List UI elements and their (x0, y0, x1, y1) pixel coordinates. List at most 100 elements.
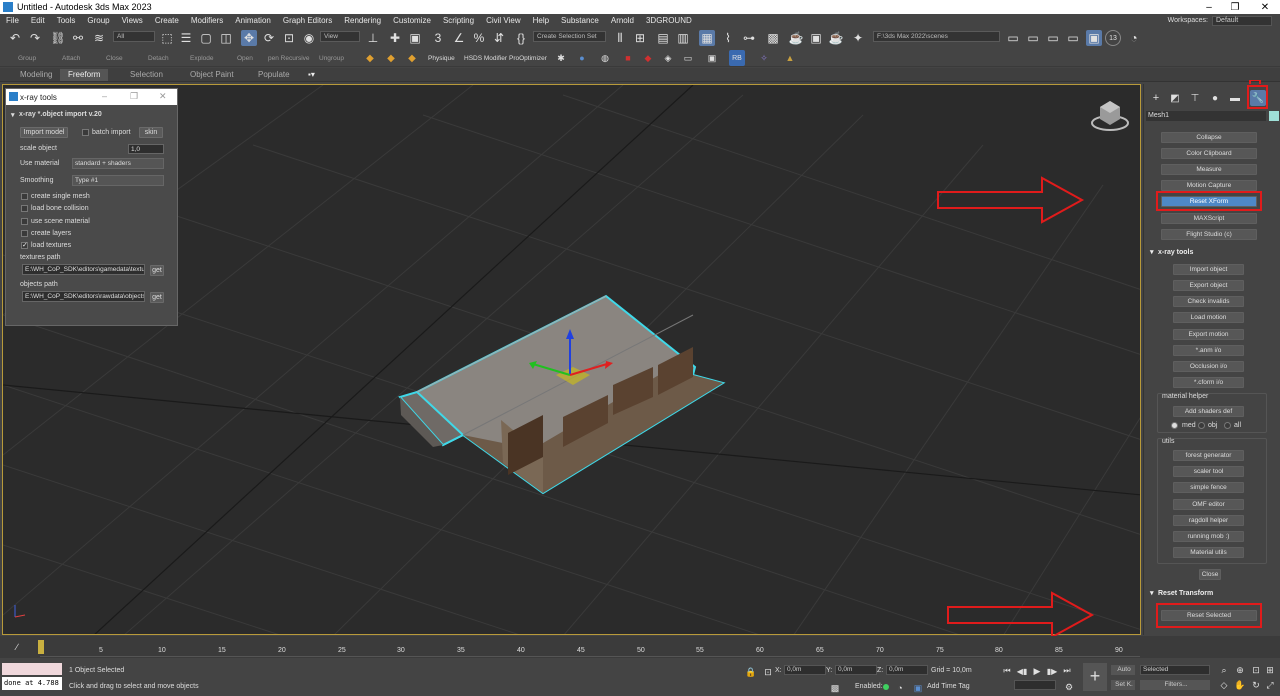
save-icon[interactable]: ▣ (1086, 30, 1102, 46)
menu-scripting[interactable]: Scripting (437, 14, 480, 27)
restore-icon[interactable]: ❐ (130, 91, 138, 102)
tab-modeling[interactable]: Modeling (12, 69, 60, 81)
selection-filter-dropdown[interactable]: All (113, 31, 155, 42)
ragdoll-helper-button[interactable]: ragdoll helper (1173, 515, 1244, 526)
motion-tab-icon[interactable]: ● (1207, 90, 1223, 106)
rollout-collapse-icon[interactable]: ▾ (11, 111, 15, 119)
menu-arnold[interactable]: Arnold (605, 14, 640, 27)
select-manipulate-icon[interactable]: ✚ (387, 30, 403, 46)
current-frame-field[interactable] (1014, 680, 1056, 690)
import-object-button[interactable]: Import object (1173, 264, 1244, 275)
display-tab-icon[interactable]: ▬ (1227, 90, 1243, 106)
cube-icon[interactable]: ◆ (404, 50, 420, 66)
xray-tools-window[interactable]: x-ray tools – ❐ ✕ ▾ x-ray *.object impor… (5, 88, 178, 326)
time-config-icon[interactable]: ◔ (892, 680, 908, 696)
absolute-mode-icon[interactable]: ⊡ (760, 664, 776, 680)
tool-icon[interactable]: ▭ (680, 50, 696, 66)
objects-path-get-button[interactable]: get (150, 292, 164, 303)
close-icon[interactable]: ✕ (1252, 0, 1278, 14)
set-key-button[interactable]: Set K. (1111, 680, 1135, 690)
tab-selection[interactable]: Selection (122, 69, 171, 81)
radio-obj[interactable] (1198, 422, 1205, 429)
rect-selection-icon[interactable]: ▢ (198, 30, 214, 46)
menu-graph-editors[interactable]: Graph Editors (277, 14, 338, 27)
menu-modifiers[interactable]: Modifiers (185, 14, 229, 27)
play-icon[interactable]: ▶ (1029, 663, 1045, 679)
anm-io-button[interactable]: *.anm i/o (1173, 345, 1244, 356)
omf-editor-button[interactable]: OMF editor (1173, 499, 1244, 510)
key-filter-selection-dropdown[interactable]: Selected (1140, 665, 1210, 675)
cube-icon[interactable]: ◆ (383, 50, 399, 66)
group-label[interactable]: Group (18, 55, 36, 62)
menu-civil-view[interactable]: Civil View (480, 14, 527, 27)
objects-path-field[interactable]: E:\WH_CoP_SDK\editors\rawdata\objects (22, 291, 145, 302)
xray-title-bar[interactable]: x-ray tools – ❐ ✕ (6, 89, 177, 105)
maxscript-output[interactable]: done at 4.788 (2, 677, 62, 690)
zoom-all-icon[interactable]: ⊕ (1232, 662, 1248, 678)
detach-label[interactable]: Detach (148, 55, 169, 62)
menu-rendering[interactable]: Rendering (338, 14, 387, 27)
open-recursive-label[interactable]: pen Recursive (268, 55, 310, 62)
maximize-viewport-icon[interactable]: ⤢ (1262, 677, 1278, 693)
textures-path-get-button[interactable]: get (150, 265, 164, 276)
tool-icon[interactable]: ▣ (704, 50, 720, 66)
object-name-field[interactable]: Mesh1 (1146, 111, 1266, 121)
modify-tab-icon[interactable]: ◩ (1167, 90, 1183, 106)
tool-icon[interactable]: ■ (620, 50, 636, 66)
ribbon-toggle-icon[interactable]: ▦ (699, 30, 715, 46)
menu-3dground[interactable]: 3DGROUND (640, 14, 698, 27)
explode-label[interactable]: Explode (190, 55, 214, 62)
sphere-icon[interactable]: ✱ (553, 50, 569, 66)
textures-path-field[interactable]: E:\WH_CoP_SDK\editors\gamedata\textu (22, 264, 145, 275)
skin-button[interactable]: skin (139, 127, 163, 138)
x-coordinate-field[interactable]: 0,0m (784, 665, 826, 675)
radio-all[interactable] (1224, 422, 1231, 429)
lock-icon[interactable]: 🔒 (743, 664, 759, 680)
collapse-button[interactable]: Collapse (1161, 132, 1257, 143)
menu-animation[interactable]: Animation (229, 14, 277, 27)
export-motion-button[interactable]: Export motion (1173, 329, 1244, 340)
scale-object-spinner[interactable]: 1,0 (128, 144, 164, 154)
hierarchy-tab-icon[interactable]: ⊤ (1187, 90, 1203, 106)
rb-button[interactable]: RB (729, 50, 745, 66)
create-layers-checkbox[interactable] (21, 230, 28, 237)
project-settings-icon[interactable]: ▭ (1065, 30, 1081, 46)
bind-space-warp-icon[interactable]: ≋ (91, 30, 107, 46)
zoom-icon[interactable]: ⌕ (1216, 662, 1232, 678)
menu-group[interactable]: Group (81, 14, 115, 27)
minimize-icon[interactable]: – (102, 91, 107, 101)
radio-med[interactable] (1171, 422, 1178, 429)
flight-studio-button[interactable]: Flight Studio (c) (1161, 229, 1257, 240)
go-to-start-icon[interactable]: ⏮ (999, 663, 1015, 679)
add-time-tag[interactable]: Add Time Tag (927, 683, 970, 690)
snaps-toggle-icon[interactable]: 3 (430, 30, 446, 46)
cform-io-button[interactable]: *.cform i/o (1173, 377, 1244, 388)
globe-icon[interactable]: ● (574, 50, 590, 66)
create-single-mesh-checkbox[interactable] (21, 193, 28, 200)
key-filters-button[interactable]: Filters... (1140, 680, 1210, 690)
smoothing-dropdown[interactable]: Type #1 (72, 175, 164, 186)
export-object-button[interactable]: Export object (1173, 280, 1244, 291)
load-textures-checkbox[interactable]: ✓ (21, 242, 28, 249)
time-tag-icon[interactable]: ▣ (910, 680, 926, 696)
import-model-button[interactable]: Import model (20, 127, 68, 138)
tool-icon[interactable]: ✧ (756, 50, 772, 66)
timeline[interactable]: ∕ 5 10 15 20 25 30 35 40 45 50 55 60 65 … (0, 636, 1280, 658)
close-label[interactable]: Close (106, 55, 123, 62)
percent-snap-icon[interactable]: % (471, 30, 487, 46)
z-coordinate-field[interactable]: 0,0m (886, 665, 928, 675)
mirror-icon[interactable]: ⫴ (612, 30, 628, 46)
menu-customize[interactable]: Customize (387, 14, 437, 27)
menu-help[interactable]: Help (527, 14, 555, 27)
use-material-dropdown[interactable]: standard + shaders (72, 158, 164, 169)
tool-icon[interactable]: ▲ (782, 50, 798, 66)
link-icon[interactable]: ⛓ (50, 30, 66, 46)
scaler-tool-button[interactable]: scaler tool (1173, 466, 1244, 477)
ribbon-options-icon[interactable]: ▪▾ (300, 69, 323, 81)
go-to-end-icon[interactable]: ⏭ (1059, 663, 1075, 679)
tab-populate[interactable]: Populate (250, 69, 298, 81)
restore-icon[interactable]: ❐ (1222, 0, 1248, 14)
menu-substance[interactable]: Substance (555, 14, 605, 27)
ungroup-label[interactable]: Ungroup (319, 55, 344, 62)
use-scene-material-checkbox[interactable] (21, 218, 28, 225)
